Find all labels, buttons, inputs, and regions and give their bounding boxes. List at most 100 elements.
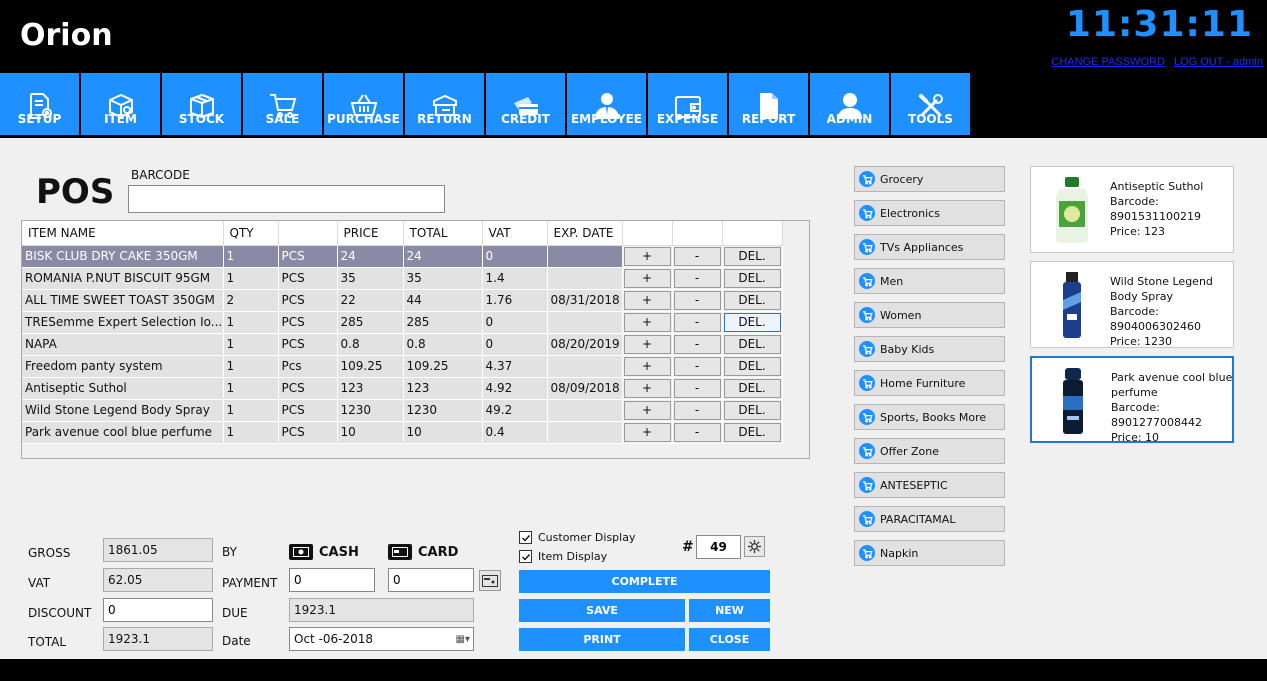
toolbar-credit-button[interactable]: CREDIT [486, 73, 565, 135]
discount-input[interactable] [103, 598, 213, 622]
decrease-qty-button[interactable]: - [673, 356, 721, 376]
calendar-dropdown-icon[interactable]: ▦▾ [456, 634, 470, 645]
cash-payment-input[interactable] [289, 568, 375, 592]
cell-total[interactable]: 44 [403, 289, 483, 312]
decrease-qty-button[interactable]: - [673, 334, 721, 354]
cell-total[interactable]: 285 [403, 311, 483, 334]
cell-vat[interactable]: 1.4 [482, 267, 548, 290]
table-row[interactable]: TRESemme Expert Selection Io... 1 PCS 28… [22, 311, 783, 334]
category-napkin-button[interactable]: Napkin [854, 540, 1005, 566]
product-card-selected[interactable]: Park avenue cool blue perfume Barcode: 8… [1030, 356, 1234, 444]
close-button[interactable]: CLOSE [689, 628, 770, 651]
toolbar-admin-button[interactable]: ADMIN [810, 73, 889, 135]
table-row[interactable]: BISK CLUB DRY CAKE 350GM 1 PCS 24 24 0 +… [22, 245, 783, 268]
cell-qty[interactable]: 1 [223, 399, 279, 422]
cell-qty[interactable]: 1 [223, 421, 279, 444]
category-paracitamal-button[interactable]: PARACITAMAL [854, 506, 1005, 532]
cell-item-name[interactable]: Freedom panty system [22, 355, 224, 378]
table-row[interactable]: ALL TIME SWEET TOAST 350GM 2 PCS 22 44 1… [22, 289, 783, 312]
cell-item-name[interactable]: Park avenue cool blue perfume [22, 421, 224, 444]
category-electronics-button[interactable]: Electronics [854, 200, 1005, 226]
cell-total[interactable]: 123 [403, 377, 483, 400]
category-tvs-appliances-button[interactable]: TVs Appliances [854, 234, 1005, 260]
col-price[interactable]: PRICE [337, 221, 404, 246]
toolbar-report-button[interactable]: REPORT [729, 73, 808, 135]
increase-qty-button[interactable]: + [623, 356, 671, 376]
toolbar-setup-button[interactable]: SETUP [0, 73, 79, 135]
cash-heading[interactable]: CASH [289, 544, 359, 560]
delete-row-button[interactable]: DEL. [723, 312, 781, 332]
cell-qty[interactable]: 1 [223, 333, 279, 356]
category-home-furniture-button[interactable]: Home Furniture [854, 370, 1005, 396]
category-women-button[interactable]: Women [854, 302, 1005, 328]
cell-total[interactable]: 35 [403, 267, 483, 290]
cell-vat[interactable]: 0 [482, 311, 548, 334]
delete-row-button[interactable]: DEL. [723, 378, 781, 398]
cell-total[interactable]: 10 [403, 421, 483, 444]
cell-exp-date[interactable] [547, 267, 623, 290]
cell-exp-date[interactable]: 08/09/2018 [547, 377, 623, 400]
complete-button[interactable]: COMPLETE [519, 570, 770, 593]
col-vat[interactable]: VAT [482, 221, 548, 246]
toolbar-return-button[interactable]: RETURN [405, 73, 484, 135]
table-row[interactable]: Antiseptic Suthol 1 PCS 123 123 4.92 08/… [22, 377, 783, 400]
table-row[interactable]: ROMANIA P.NUT BISCUIT 95GM 1 PCS 35 35 1… [22, 267, 783, 290]
delete-row-button[interactable]: DEL. [723, 422, 781, 442]
increase-qty-button[interactable]: + [623, 334, 671, 354]
cell-item-name[interactable]: BISK CLUB DRY CAKE 350GM [22, 245, 224, 268]
increase-qty-button[interactable]: + [623, 268, 671, 288]
product-card[interactable]: Antiseptic Suthol Barcode: 8901531100219… [1030, 166, 1234, 253]
barcode-input[interactable] [128, 185, 445, 213]
col-qty[interactable]: QTY [223, 221, 279, 246]
cell-price[interactable]: 22 [337, 289, 404, 312]
cell-total[interactable]: 109.25 [403, 355, 483, 378]
increase-qty-button[interactable]: + [623, 246, 671, 266]
cell-total[interactable]: 24 [403, 245, 483, 268]
cell-exp-date[interactable] [547, 421, 623, 444]
cell-item-name[interactable]: Wild Stone Legend Body Spray [22, 399, 224, 422]
cell-price[interactable]: 1230 [337, 399, 404, 422]
cell-total[interactable]: 0.8 [403, 333, 483, 356]
save-button[interactable]: SAVE [519, 599, 685, 622]
increase-qty-button[interactable]: + [623, 378, 671, 398]
cell-exp-date[interactable] [547, 245, 623, 268]
cell-exp-date[interactable] [547, 399, 623, 422]
cell-unit[interactable]: PCS [278, 267, 338, 290]
cell-price[interactable]: 0.8 [337, 333, 404, 356]
category-anteseptic-button[interactable]: ANTESEPTIC [854, 472, 1005, 498]
cell-qty[interactable]: 1 [223, 267, 279, 290]
cell-item-name[interactable]: ROMANIA P.NUT BISCUIT 95GM [22, 267, 224, 290]
col-total[interactable]: TOTAL [403, 221, 483, 246]
cell-unit[interactable]: PCS [278, 289, 338, 312]
cell-vat[interactable]: 4.92 [482, 377, 548, 400]
decrease-qty-button[interactable]: - [673, 268, 721, 288]
decrease-qty-button[interactable]: - [673, 400, 721, 420]
cell-item-name[interactable]: ALL TIME SWEET TOAST 350GM [22, 289, 224, 312]
increase-qty-button[interactable]: + [623, 400, 671, 420]
delete-row-button[interactable]: DEL. [723, 334, 781, 354]
change-password-link[interactable]: CHANGE PASSWORD [1051, 56, 1164, 68]
cell-price[interactable]: 123 [337, 377, 404, 400]
category-sports-books-button[interactable]: Sports, Books More [854, 404, 1005, 430]
increase-qty-button[interactable]: + [623, 312, 671, 332]
new-button[interactable]: NEW [689, 599, 770, 622]
decrease-qty-button[interactable]: - [673, 290, 721, 310]
cell-exp-date[interactable] [547, 311, 623, 334]
decrease-qty-button[interactable]: - [673, 422, 721, 442]
item-display-checkbox[interactable]: Item Display [519, 550, 607, 563]
col-unit[interactable] [278, 221, 338, 246]
cell-item-name[interactable]: TRESemme Expert Selection Io... [22, 311, 224, 334]
cell-qty[interactable]: 1 [223, 355, 279, 378]
cell-exp-date[interactable]: 08/20/2019 [547, 333, 623, 356]
cell-item-name[interactable]: Antiseptic Suthol [22, 377, 224, 400]
table-row[interactable]: Wild Stone Legend Body Spray 1 PCS 1230 … [22, 399, 783, 422]
table-row[interactable]: Park avenue cool blue perfume 1 PCS 10 1… [22, 421, 783, 444]
cell-unit[interactable]: PCS [278, 399, 338, 422]
col-item-name[interactable]: ITEM NAME [22, 221, 224, 246]
settings-button[interactable] [744, 536, 765, 557]
cell-vat[interactable]: 0 [482, 245, 548, 268]
category-offer-zone-button[interactable]: Offer Zone [854, 438, 1005, 464]
cell-unit[interactable]: PCS [278, 311, 338, 334]
toolbar-item-button[interactable]: ITEM [81, 73, 160, 135]
card-heading[interactable]: CARD [388, 544, 458, 560]
